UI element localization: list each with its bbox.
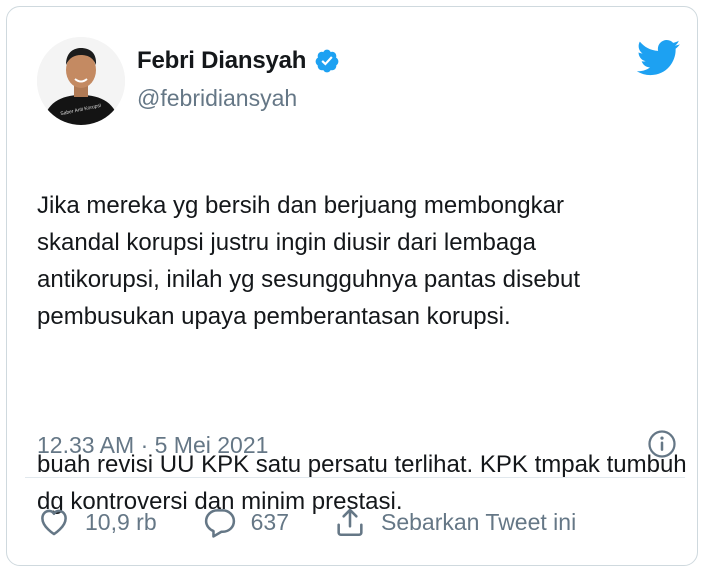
share-label: Sebarkan Tweet ini [380, 508, 577, 535]
info-icon[interactable] [647, 429, 677, 459]
reply-count: 637 [250, 508, 289, 535]
author-handle[interactable]: @febridiansyah [137, 85, 297, 112]
author-name-row: Febri Diansyah [137, 47, 340, 75]
avatar[interactable]: Saber Anti Korupsi [37, 37, 125, 125]
like-button[interactable]: 10,9 rb [37, 505, 157, 539]
heart-icon [41, 509, 67, 536]
twitter-bird-icon[interactable] [637, 40, 681, 76]
tweet-timestamp[interactable]: 12.33 AM · 5 Mei 2021 [37, 432, 268, 459]
tweet-card[interactable]: Saber Anti Korupsi Febri Diansyah @febri… [6, 6, 698, 566]
tweet-paragraph-1: Jika mereka yg bersih dan berjuang membo… [37, 192, 581, 330]
share-button[interactable]: Sebarkan Tweet ini [333, 505, 576, 539]
tweet-meta: 12.33 AM · 5 Mei 2021 [37, 427, 677, 463]
share-icon [337, 508, 363, 537]
tweet-actions: 10,9 rb 637 Sebarkan Tweet ini [37, 502, 687, 542]
reply-bubble-icon [204, 509, 235, 538]
tweet-text: Jika mereka yg bersih dan berjuang membo… [37, 150, 687, 557]
verified-badge-icon [315, 49, 339, 73]
reply-button[interactable]: 637 [203, 505, 289, 539]
like-count: 10,9 rb [85, 508, 157, 535]
divider [25, 477, 685, 478]
author-name[interactable]: Febri Diansyah [137, 47, 306, 75]
